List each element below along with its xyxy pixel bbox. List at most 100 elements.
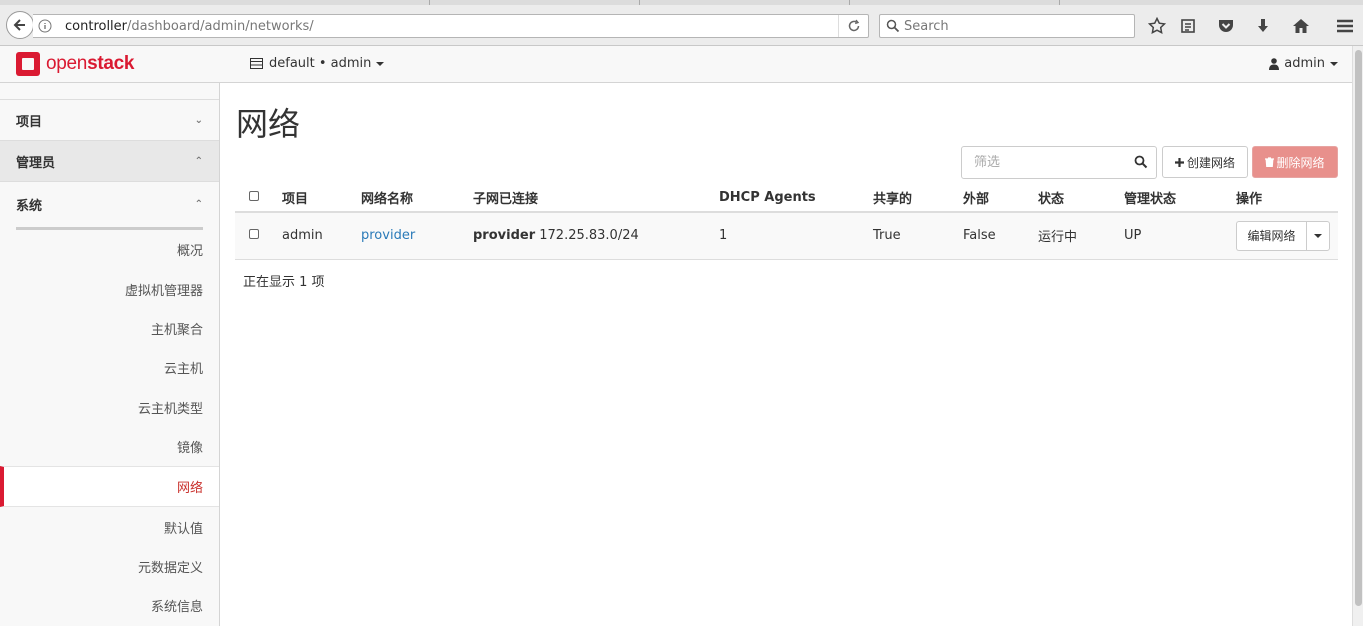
cell-subnets: provider 172.25.83.0/24 [473,212,719,260]
row-actions: 编辑网络 [1236,220,1338,251]
url-path: /dashboard/admin/networks/ [127,18,314,34]
downloads-icon[interactable] [1251,14,1275,38]
sidebar-item-flavors[interactable]: 云主机类型 [0,388,219,427]
cell-status: 运行中 [1038,212,1124,260]
browser-search-input[interactable] [904,18,1124,34]
sidebar-item-label: 默认值 [163,521,203,537]
bookmark-star-icon[interactable] [1145,14,1169,38]
cell-name: provider [361,212,473,260]
project-switcher[interactable]: default • admin [250,56,385,71]
pocket-icon[interactable] [1214,14,1238,38]
sidebar-item-label: 云主机类型 [137,401,203,417]
subnet-cidr: 172.25.83.0/24 [539,228,639,244]
column-header-actions: 操作 [1236,183,1338,213]
reload-icon[interactable] [838,15,868,37]
sidebar: 项目 ⌄ 管理员 ⌃ 系统 ⌃ 概况 虚拟机管理器 主机聚合 云主机 云主机类型… [0,83,220,626]
browser-tab[interactable] [230,0,430,5]
openstack-logo[interactable]: openstack [16,52,134,76]
cell-dhcp-agents: 1 [719,212,873,260]
page-scrollbar[interactable] [1352,46,1363,626]
sidebar-spacer [0,83,219,100]
logo-text-light: open [46,53,88,74]
plus-icon [1174,157,1184,167]
network-name-link[interactable]: provider [361,228,415,243]
column-header-external[interactable]: 外部 [963,183,1038,213]
networks-table: 项目 网络名称 子网已连接 DHCP Agents 共享的 外部 状态 管理状态… [235,183,1338,260]
sidebar-item-label: 主机聚合 [150,322,203,338]
column-header-status[interactable]: 状态 [1038,183,1124,213]
select-all-checkbox[interactable] [249,190,259,201]
table-header-row: 项目 网络名称 子网已连接 DHCP Agents 共享的 外部 状态 管理状态… [235,183,1338,213]
back-arrow-icon [13,19,25,31]
openstack-logo-icon [16,52,40,76]
caret-down-icon [1330,61,1338,66]
url-host: controller [65,18,128,34]
sidebar-item-system-info[interactable]: 系统信息 [0,586,219,625]
sidebar-item-hypervisors[interactable]: 虚拟机管理器 [0,269,219,308]
sidebar-item-label: 镜像 [176,441,203,457]
user-name: admin [1284,56,1325,71]
cell-shared: True [873,212,963,260]
filter-input[interactable] [974,155,1134,170]
sidebar-item-label: 系统信息 [150,600,203,616]
url-text[interactable]: controller/dashboard/admin/networks/ [65,19,838,34]
caret-down-icon [1314,233,1322,238]
delete-networks-button[interactable]: 删除网络 [1252,146,1338,178]
cell-project: admin [282,212,361,260]
top-navbar: openstack default • admin admin [0,46,1352,83]
cell-external: False [963,212,1038,260]
column-header-name[interactable]: 网络名称 [361,183,473,213]
sidebar-item-overview[interactable]: 概况 [0,230,219,269]
cell-admin-state: UP [1124,212,1236,260]
cell-actions: 编辑网络 [1236,212,1338,260]
browser-tab[interactable] [850,0,1060,5]
column-header-project[interactable]: 项目 [282,183,361,213]
subnet-name: provider [473,228,536,244]
edit-network-button[interactable]: 编辑网络 [1236,220,1306,251]
sidebar-item-label: 概况 [176,244,203,260]
chevron-down-icon: ⌄ [194,114,203,126]
reading-list-icon[interactable] [1176,14,1200,38]
home-icon[interactable] [1289,14,1313,38]
sidebar-item-images[interactable]: 镜像 [0,427,219,466]
column-header-shared[interactable]: 共享的 [873,183,963,213]
browser-tab[interactable] [430,0,640,5]
sidebar-subgroup-system[interactable]: 系统 ⌃ [16,182,203,230]
column-header-dhcp-agents[interactable]: DHCP Agents [719,183,873,213]
sidebar-subgroup-label: 系统 [16,199,43,214]
sidebar-item-host-aggregates[interactable]: 主机聚合 [0,309,219,348]
column-header-subnets[interactable]: 子网已连接 [473,183,719,213]
browser-tab[interactable] [640,0,850,5]
sidebar-item-label: 元数据定义 [137,560,203,576]
create-network-button[interactable]: 创建网络 [1162,146,1248,178]
browser-search-bar[interactable] [879,14,1135,38]
back-button[interactable] [6,11,34,39]
sidebar-item-networks[interactable]: 网络 [0,466,219,508]
row-checkbox[interactable] [249,229,259,240]
search-icon[interactable] [1134,155,1148,169]
menu-icon[interactable] [1333,14,1357,38]
trash-icon [1265,157,1275,167]
sidebar-item-label: 云主机 [163,362,203,378]
logo-text: openstack [46,53,134,75]
chevron-up-icon: ⌃ [194,199,203,210]
sidebar-group-project[interactable]: 项目 ⌄ [0,100,219,141]
column-header-admin-state[interactable]: 管理状态 [1124,183,1236,213]
user-icon [1269,57,1280,70]
sidebar-item-defaults[interactable]: 默认值 [0,507,219,546]
create-network-label: 创建网络 [1186,155,1235,170]
filter-box[interactable] [961,146,1157,179]
item-count: 正在显示 1 项 [243,275,325,290]
more-actions-button[interactable] [1306,220,1330,251]
scrollbar-thumb[interactable] [1355,50,1362,606]
site-info-icon[interactable] [33,19,57,33]
user-menu[interactable]: admin [1269,56,1338,71]
select-all-cell [235,183,282,213]
delete-networks-label: 删除网络 [1276,155,1325,170]
sidebar-item-metadata-definitions[interactable]: 元数据定义 [0,547,219,586]
sidebar-item-instances[interactable]: 云主机 [0,348,219,387]
server-icon [250,58,263,69]
tab-strip [0,0,1363,5]
url-bar[interactable]: controller/dashboard/admin/networks/ [33,14,869,38]
sidebar-group-admin[interactable]: 管理员 ⌃ [0,141,219,182]
